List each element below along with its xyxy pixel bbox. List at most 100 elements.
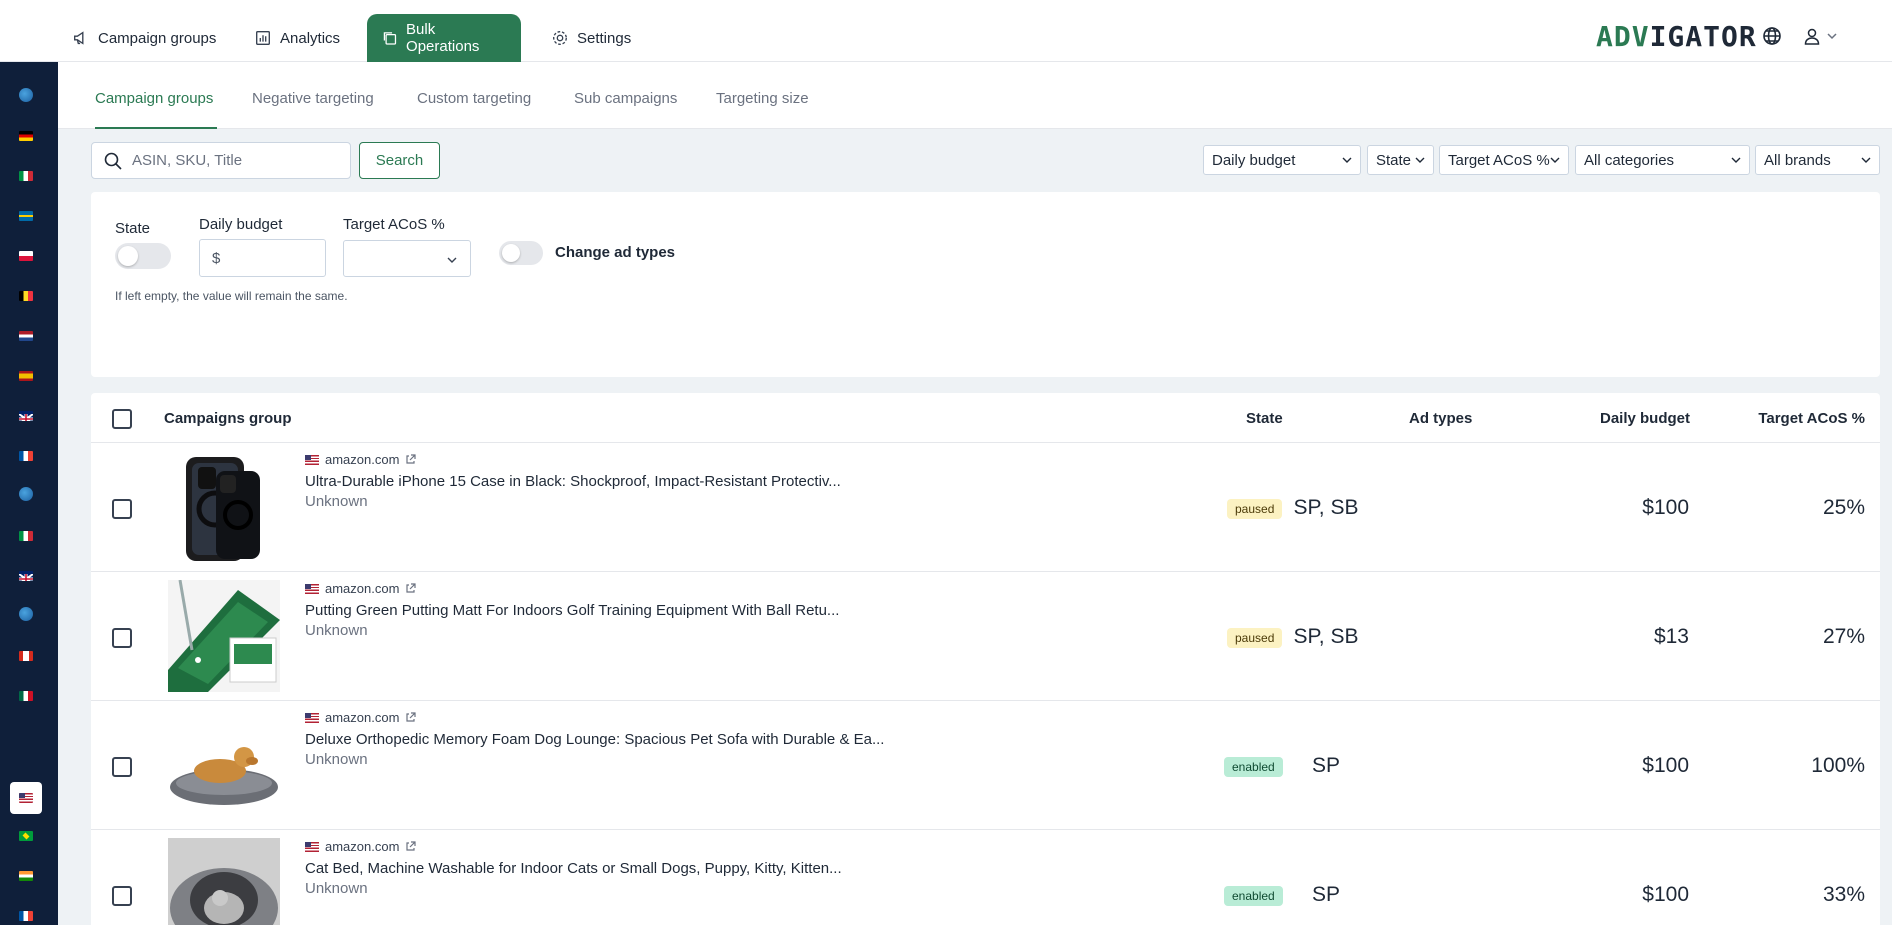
filter-all-categories[interactable]: All categories bbox=[1575, 145, 1750, 175]
status-badge: enabled bbox=[1224, 886, 1283, 906]
flag-it-icon[interactable] bbox=[19, 531, 33, 541]
chevron-down-icon bbox=[1861, 157, 1871, 163]
target-acos-select[interactable] bbox=[343, 240, 471, 277]
table-row[interactable]: amazon.com Putting Green Putting Matt Fo… bbox=[91, 572, 1880, 701]
filter-all-brands[interactable]: All brands bbox=[1755, 145, 1880, 175]
table-row[interactable]: amazon.com Deluxe Orthopedic Memory Foam… bbox=[91, 701, 1880, 830]
chevron-down-icon bbox=[1550, 157, 1560, 163]
target-acos-value: 27% bbox=[1822, 625, 1865, 648]
state-label: State bbox=[115, 220, 151, 237]
flag-gb-icon[interactable] bbox=[19, 411, 33, 421]
flag-ca-icon[interactable] bbox=[19, 651, 33, 661]
filter-label: All brands bbox=[1764, 151, 1831, 169]
daily-budget-value: $13 bbox=[1653, 625, 1689, 648]
daily-budget-input[interactable]: $ bbox=[199, 239, 326, 277]
flag-us-icon bbox=[305, 712, 319, 723]
chevron-down-icon bbox=[1415, 157, 1425, 163]
flag-br-icon[interactable] bbox=[19, 831, 33, 841]
advigator-logo: ADVIGATOR bbox=[1596, 20, 1757, 53]
tab-targeting-size[interactable]: Targeting size bbox=[716, 90, 809, 129]
table-row[interactable]: amazon.com Cat Bed, Machine Washable for… bbox=[91, 830, 1880, 925]
flag-es-icon[interactable] bbox=[19, 371, 33, 381]
header-ad-types[interactable]: Ad types bbox=[1409, 410, 1472, 427]
globe-language-icon[interactable] bbox=[1762, 26, 1782, 46]
flag-us-icon[interactable] bbox=[19, 793, 33, 803]
ad-types-value: SP bbox=[1311, 883, 1340, 906]
nav-analytics[interactable]: Analytics bbox=[240, 14, 354, 62]
product-image bbox=[168, 580, 280, 692]
flag-gb-icon[interactable] bbox=[19, 571, 33, 581]
external-link-icon bbox=[406, 454, 417, 464]
flag-pl-icon[interactable] bbox=[19, 251, 33, 261]
domain-text: amazon.com bbox=[325, 452, 400, 467]
filter-state[interactable]: State bbox=[1367, 145, 1434, 175]
flag-de-icon[interactable] bbox=[19, 131, 33, 141]
product-image bbox=[168, 451, 280, 563]
filter-label: Target ACoS % bbox=[1448, 151, 1550, 169]
flag-fr-icon[interactable] bbox=[19, 911, 33, 921]
search-input[interactable] bbox=[132, 152, 332, 169]
nav-campaign-groups[interactable]: Campaign groups bbox=[58, 14, 230, 62]
tab-sub-campaigns[interactable]: Sub campaigns bbox=[574, 90, 677, 129]
daily-budget-value: $100 bbox=[1642, 496, 1689, 519]
filter-daily-budget[interactable]: Daily budget bbox=[1203, 145, 1361, 175]
chevron-down-icon[interactable] bbox=[1826, 30, 1838, 42]
header-state[interactable]: State bbox=[1246, 410, 1283, 427]
chart-icon bbox=[256, 31, 270, 45]
change-ad-types-toggle[interactable] bbox=[499, 241, 543, 265]
row-checkbox[interactable] bbox=[112, 628, 132, 648]
target-acos-value: 100% bbox=[1811, 754, 1865, 777]
select-all-checkbox[interactable] bbox=[112, 409, 132, 429]
product-title: Cat Bed, Machine Washable for Indoor Cat… bbox=[305, 860, 842, 877]
bulk-subtabs: Campaign groups Negative targeting Custo… bbox=[58, 62, 1892, 129]
chevron-down-icon bbox=[1731, 157, 1741, 163]
header-target-acos[interactable]: Target ACoS % bbox=[1758, 410, 1865, 427]
nav-label: Analytics bbox=[280, 29, 341, 47]
row-checkbox[interactable] bbox=[112, 886, 132, 906]
flag-us-icon bbox=[305, 454, 319, 465]
globe-icon[interactable] bbox=[19, 88, 33, 102]
flag-mx-icon[interactable] bbox=[19, 691, 33, 701]
product-image bbox=[168, 838, 280, 925]
header-daily-budget[interactable]: Daily budget bbox=[1600, 410, 1690, 427]
product-brand: Unknown bbox=[305, 880, 368, 897]
user-icon[interactable] bbox=[1802, 26, 1822, 46]
flag-se-icon[interactable] bbox=[19, 211, 33, 221]
nav-bulk-operations[interactable]: Bulk Operations bbox=[367, 14, 521, 62]
search-button[interactable]: Search bbox=[359, 142, 440, 179]
external-link-icon bbox=[406, 841, 417, 851]
flag-in-icon[interactable] bbox=[19, 871, 33, 881]
flag-it-icon[interactable] bbox=[19, 171, 33, 181]
globe-icon[interactable] bbox=[19, 487, 33, 501]
flag-us-icon bbox=[305, 841, 319, 852]
flag-nl-icon[interactable] bbox=[19, 331, 33, 341]
nav-label: Settings bbox=[577, 29, 632, 47]
flag-fr-icon[interactable] bbox=[19, 451, 33, 461]
nav-label: Campaign groups bbox=[98, 29, 217, 47]
globe-icon[interactable] bbox=[19, 607, 33, 621]
marketplace-link[interactable]: amazon.com bbox=[305, 710, 417, 725]
row-checkbox[interactable] bbox=[112, 499, 132, 519]
status-badge: paused bbox=[1227, 499, 1283, 519]
table-row[interactable]: amazon.com Ultra-Durable iPhone 15 Case … bbox=[91, 443, 1880, 572]
chevron-down-icon bbox=[1342, 157, 1352, 163]
row-checkbox[interactable] bbox=[112, 757, 132, 777]
tab-campaign-groups[interactable]: Campaign groups bbox=[95, 90, 217, 129]
tab-custom-targeting[interactable]: Custom targeting bbox=[417, 90, 531, 129]
daily-budget-value: $100 bbox=[1642, 883, 1689, 906]
product-brand: Unknown bbox=[305, 493, 368, 510]
external-link-icon bbox=[406, 583, 417, 593]
marketplace-link[interactable]: amazon.com bbox=[305, 581, 417, 596]
tab-negative-targeting[interactable]: Negative targeting bbox=[252, 90, 374, 129]
status-badge: enabled bbox=[1224, 757, 1283, 777]
daily-budget-label: Daily budget bbox=[199, 216, 283, 233]
marketplace-link[interactable]: amazon.com bbox=[305, 839, 417, 854]
flag-be-icon[interactable] bbox=[19, 291, 33, 301]
product-title: Putting Green Putting Matt For Indoors G… bbox=[305, 602, 840, 619]
nav-settings[interactable]: Settings bbox=[537, 14, 645, 62]
marketplace-link[interactable]: amazon.com bbox=[305, 452, 417, 467]
filter-target-acos[interactable]: Target ACoS % bbox=[1439, 145, 1569, 175]
chevron-down-icon bbox=[447, 257, 457, 263]
state-toggle[interactable] bbox=[115, 243, 171, 269]
product-title: Deluxe Orthopedic Memory Foam Dog Lounge… bbox=[305, 731, 885, 748]
